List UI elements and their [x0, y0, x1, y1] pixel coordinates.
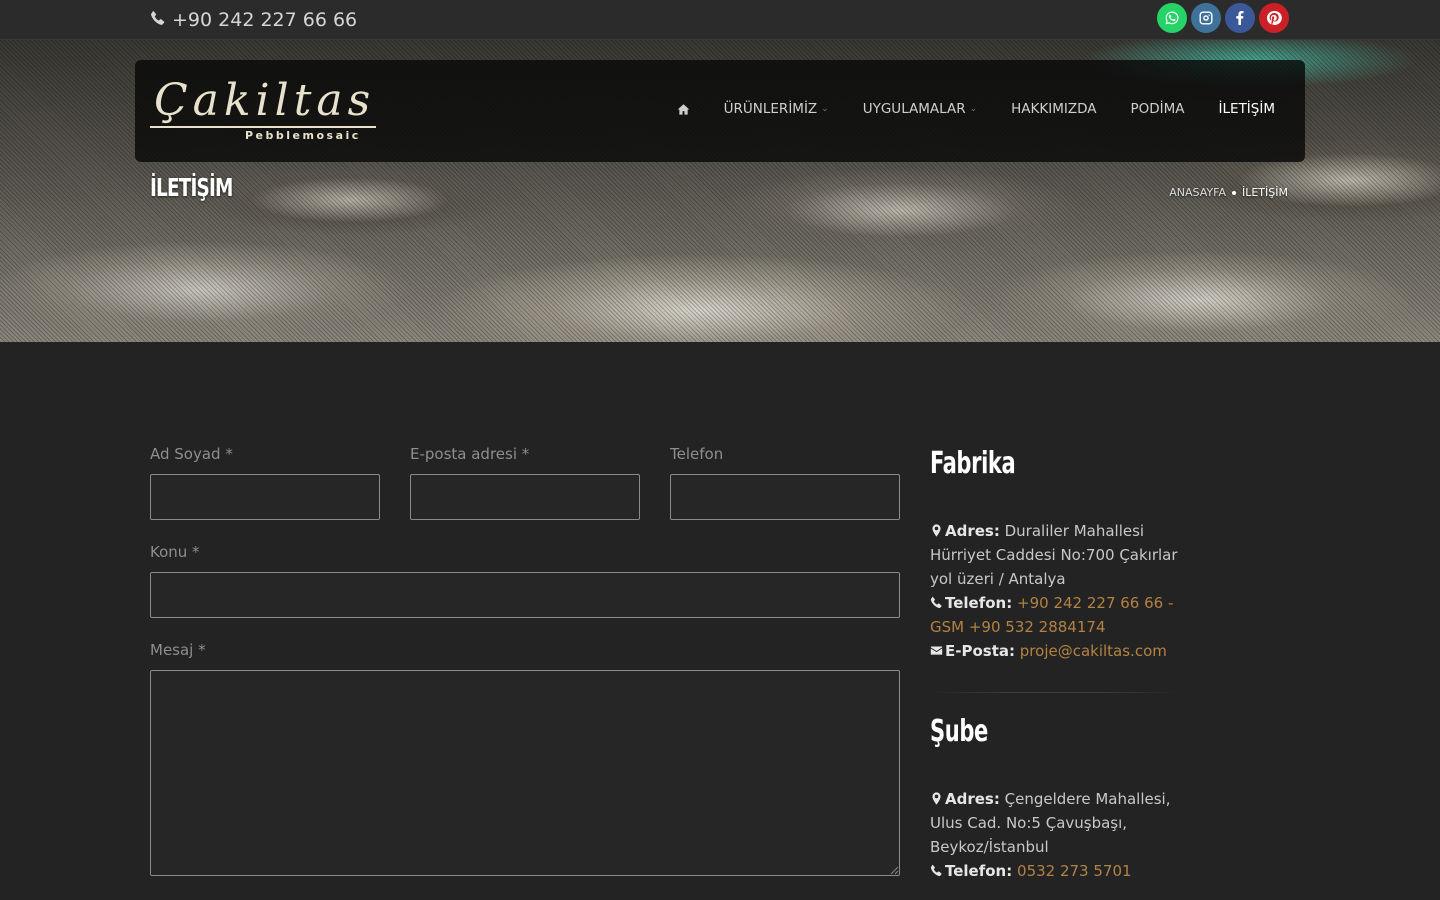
message-textarea[interactable]	[150, 670, 900, 876]
branch-phone: Telefon: 0532 273 5701	[930, 859, 1190, 883]
factory-title: Fabrika	[930, 446, 1016, 481]
factory-email: E-Posta: proje@cakiltas.com	[930, 639, 1190, 663]
nav-about-label: HAKKIMIZDA	[1011, 101, 1097, 117]
header-navbar: Çakiltas Pebblemosaic ÜRÜNLERİMİZ ⌄ UYGU…	[135, 60, 1305, 162]
facebook-icon	[1232, 10, 1248, 26]
nav-about[interactable]: HAKKIMIZDA	[1011, 100, 1096, 118]
pinterest-icon	[1266, 10, 1282, 26]
breadcrumb-separator	[1231, 190, 1236, 195]
breadcrumb-home-link[interactable]: ANASAYFA	[1169, 186, 1226, 199]
pinterest-button[interactable]	[1259, 3, 1289, 33]
nav-podima[interactable]: PODİMA	[1131, 100, 1185, 118]
branch-phone-label: Telefon:	[945, 862, 1013, 880]
chevron-down-icon: ⌄	[821, 104, 829, 114]
factory-email-label: E-Posta:	[945, 642, 1015, 660]
nav-home[interactable]	[677, 103, 690, 116]
nav-contact[interactable]: İLETİŞİM	[1219, 100, 1275, 118]
branch-info: Adres: Çengeldere Mahallesi, Ulus Cad. N…	[930, 787, 1190, 883]
nav-podima-label: PODİMA	[1130, 101, 1185, 117]
factory-phone-label: Telefon:	[945, 594, 1013, 612]
map-marker-icon	[932, 524, 941, 537]
resize-handle-icon[interactable]	[889, 865, 899, 875]
email-field[interactable]	[410, 474, 640, 520]
social-links	[1157, 3, 1289, 33]
factory-address-label: Adres:	[945, 522, 1000, 540]
email-label: E-posta adresi *	[410, 445, 530, 463]
home-icon	[677, 103, 690, 116]
factory-address: Adres: Duraliler Mahallesi Hürriyet Cadd…	[930, 519, 1190, 591]
instagram-button[interactable]	[1191, 3, 1221, 33]
topbar-phone[interactable]: +90 242 227 66 66	[150, 8, 357, 32]
logo-underline	[150, 126, 376, 128]
phone-icon	[150, 8, 166, 32]
logo-tagline: Pebblemosaic	[245, 129, 361, 142]
breadcrumb-current: İLETİŞİM	[1241, 186, 1288, 199]
whatsapp-button[interactable]	[1157, 3, 1187, 33]
envelope-icon	[930, 646, 943, 655]
factory-phone: Telefon: +90 242 227 66 66 - GSM +90 532…	[930, 591, 1190, 639]
phone-field[interactable]	[670, 474, 900, 520]
hero-banner: Çakiltas Pebblemosaic ÜRÜNLERİMİZ ⌄ UYGU…	[0, 40, 1440, 342]
page-title: İLETİŞİM	[150, 173, 233, 202]
top-bar: +90 242 227 66 66	[0, 0, 1440, 40]
branch-title: Şube	[930, 714, 988, 749]
subject-label: Konu *	[150, 543, 200, 561]
facebook-button[interactable]	[1225, 3, 1255, 33]
logo-wordmark: Çakiltas	[154, 75, 376, 126]
phone-icon	[930, 596, 942, 609]
name-label: Ad Soyad *	[150, 445, 233, 463]
nav-contact-label: İLETİŞİM	[1218, 101, 1275, 117]
factory-email-link[interactable]: proje@cakiltas.com	[1020, 642, 1167, 660]
main-menu: ÜRÜNLERİMİZ ⌄ UYGULAMALAR ⌄ HAKKIMIZDA P…	[643, 100, 1275, 118]
factory-info: Adres: Duraliler Mahallesi Hürriyet Cadd…	[930, 519, 1190, 663]
message-label: Mesaj *	[150, 641, 206, 659]
topbar-phone-number: +90 242 227 66 66	[172, 9, 358, 31]
phone-icon	[930, 864, 942, 877]
nav-products[interactable]: ÜRÜNLERİMİZ ⌄	[724, 100, 829, 118]
branch-address-label: Adres:	[945, 790, 1000, 808]
site-logo[interactable]: Çakiltas Pebblemosaic	[150, 75, 376, 144]
whatsapp-icon	[1164, 10, 1180, 26]
nav-products-label: ÜRÜNLERİMİZ	[723, 101, 818, 117]
subject-field[interactable]	[150, 572, 900, 618]
section-divider	[930, 692, 1180, 693]
name-field[interactable]	[150, 474, 380, 520]
map-marker-icon	[932, 792, 941, 805]
branch-address: Adres: Çengeldere Mahallesi, Ulus Cad. N…	[930, 787, 1190, 859]
nav-applications[interactable]: UYGULAMALAR ⌄	[863, 100, 977, 118]
chevron-down-icon: ⌄	[969, 104, 978, 114]
phone-label: Telefon	[670, 445, 724, 463]
nav-applications-label: UYGULAMALAR	[862, 101, 966, 117]
breadcrumb: ANASAYFA İLETİŞİM	[1169, 186, 1288, 199]
branch-phone-link[interactable]: 0532 273 5701	[1017, 862, 1132, 880]
instagram-icon	[1198, 10, 1214, 26]
